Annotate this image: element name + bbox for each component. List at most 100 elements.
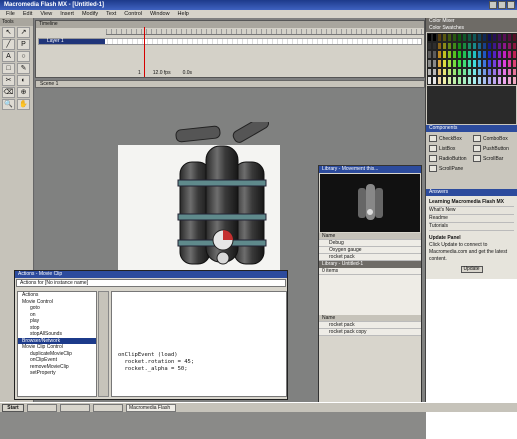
tool-button-1[interactable]: ↗	[17, 27, 30, 38]
components-list: CheckBox ComboBox ListBox PushButton Rad…	[426, 132, 517, 175]
tool-button-4[interactable]: A	[2, 51, 15, 62]
maximize-button[interactable]	[498, 1, 506, 9]
frame-cells[interactable]	[107, 39, 421, 44]
component-scrollpane[interactable]: ScrollPane	[429, 165, 469, 172]
action-item[interactable]: setProperty	[18, 370, 96, 377]
library-item[interactable]: Oxygen gauge	[319, 247, 421, 254]
tool-button-3[interactable]: P	[17, 39, 30, 50]
color-swatches-header[interactable]: Color Swatches	[426, 25, 517, 32]
menu-bar: File Edit View Insert Modify Text Contro…	[0, 10, 517, 18]
menu-control[interactable]: Control	[124, 10, 142, 18]
update-button[interactable]: Update	[460, 266, 483, 273]
library-second-title[interactable]: Library - Untitled-1	[319, 261, 421, 268]
library-item[interactable]: rocket pack copy	[319, 329, 421, 336]
menu-edit[interactable]: Edit	[23, 10, 32, 18]
window-title: Macromedia Flash MX - [Untitled-1]	[4, 2, 105, 8]
color-swatch[interactable]	[512, 76, 517, 85]
color-swatch[interactable]	[512, 50, 517, 59]
menu-help[interactable]: Help	[178, 10, 189, 18]
taskbar-item[interactable]	[93, 403, 123, 412]
answers-row[interactable]: Learning Macromedia Flash MX	[429, 199, 514, 207]
start-button[interactable]: Start	[2, 403, 24, 412]
tool-button-9[interactable]: ◐	[17, 75, 30, 86]
frame-rate: 12.0 fps	[152, 70, 171, 76]
tool-button-6[interactable]: □	[2, 63, 15, 74]
component-label: CheckBox	[439, 135, 462, 142]
library-item[interactable]: rocket pack	[319, 322, 421, 329]
right-panel-dock: Color Mixer Color Swatches Components Ch…	[425, 18, 517, 439]
scene-label[interactable]: Scene 1	[40, 81, 58, 87]
taskbar-item[interactable]	[60, 403, 90, 412]
answers-note-title: Update Panel	[429, 235, 461, 241]
answers-row[interactable]: What's New	[429, 207, 514, 215]
script-editor[interactable]: onClipEvent (load) rocket.rotation = 45;…	[111, 291, 287, 397]
library-item[interactable]: rocket pack	[319, 254, 421, 261]
actions-tree-scrollbar[interactable]	[98, 291, 109, 397]
answers-header[interactable]: Answers	[426, 189, 517, 196]
actions-title[interactable]: Actions - Movie Clip	[15, 271, 287, 278]
library-name-header[interactable]: Name	[319, 233, 421, 240]
library-panel: Library - Movement this... Name Debug Ox…	[318, 165, 422, 405]
tool-button-5[interactable]: ○	[17, 51, 30, 62]
component-scrollbar[interactable]: ScrollBar	[473, 155, 513, 162]
menu-insert[interactable]: Insert	[60, 10, 74, 18]
component-label: ScrollPane	[439, 165, 464, 172]
tool-button-12[interactable]: 🔍	[2, 99, 15, 110]
radiobutton-icon	[429, 155, 437, 162]
menu-file[interactable]: File	[6, 10, 15, 18]
rocket-pack-artwork[interactable]	[170, 122, 280, 272]
library-item[interactable]: Debug	[319, 240, 421, 247]
scrollpane-icon	[429, 165, 437, 172]
swatch-extras	[427, 86, 516, 124]
components-spacer	[426, 175, 517, 189]
actions-panel: Actions - Movie Clip Actions for [No ins…	[14, 270, 288, 400]
menu-window[interactable]: Window	[150, 10, 170, 18]
tool-button-10[interactable]: ⌫	[2, 87, 15, 98]
answers-row[interactable]: Tutorials	[429, 223, 514, 231]
tool-grid: ↖ ↗╱ PA ○□ ✎✂ ◐⌫ ⊕🔍 ✋	[0, 26, 33, 110]
component-label: PushButton	[483, 145, 509, 152]
component-pushbutton[interactable]: PushButton	[473, 145, 513, 152]
layer-row[interactable]: Layer 1	[38, 38, 422, 45]
component-combobox[interactable]: ComboBox	[473, 135, 513, 142]
tool-button-8[interactable]: ✂	[2, 75, 15, 86]
color-swatch-grid[interactable]	[427, 33, 517, 85]
tool-button-7[interactable]: ✎	[17, 63, 30, 74]
answers-row[interactable]: Readme	[429, 215, 514, 223]
color-swatch[interactable]	[512, 33, 517, 42]
taskbar: Start Macromedia Flash	[0, 402, 517, 412]
library-title[interactable]: Library - Movement this...	[319, 166, 421, 173]
actions-target-selector[interactable]: Actions for [No instance name]	[16, 279, 286, 287]
answers-note: Click Update to connect to Macromedia.co…	[429, 242, 508, 262]
tool-button-13[interactable]: ✋	[17, 99, 30, 110]
menu-text[interactable]: Text	[106, 10, 116, 18]
layer-name[interactable]: Layer 1	[39, 39, 105, 44]
color-swatch[interactable]	[512, 41, 517, 51]
current-frame: 1	[138, 70, 141, 76]
color-swatch[interactable]	[512, 67, 517, 77]
answers-blank	[426, 279, 517, 439]
color-swatch[interactable]	[512, 58, 517, 68]
pushbutton-icon	[473, 145, 481, 152]
minimize-button[interactable]	[489, 1, 497, 9]
color-mixer-header[interactable]: Color Mixer	[426, 18, 517, 25]
tool-button-11[interactable]: ⊕	[17, 87, 30, 98]
close-button[interactable]	[507, 1, 515, 9]
taskbar-item[interactable]	[27, 403, 57, 412]
component-listbox[interactable]: ListBox	[429, 145, 469, 152]
component-checkbox[interactable]: CheckBox	[429, 135, 469, 142]
timeline-status: 1 12.0 fps 0.0s	[38, 69, 422, 77]
components-header[interactable]: Components	[426, 125, 517, 132]
frame-ruler[interactable]	[106, 29, 424, 35]
component-radiobutton[interactable]: RadioButton	[429, 155, 469, 162]
timeline-label: Timeline	[36, 21, 424, 28]
menu-modify[interactable]: Modify	[82, 10, 98, 18]
taskbar-item-flash[interactable]: Macromedia Flash	[126, 403, 176, 412]
actions-toolbox-tree: Actions Movie Control goto on play stop stopAl…	[17, 291, 97, 397]
menu-view[interactable]: View	[40, 10, 52, 18]
library-third-header[interactable]: Name	[319, 315, 421, 322]
tool-button-2[interactable]: ╱	[2, 39, 15, 50]
combobox-icon	[473, 135, 481, 142]
tool-button-0[interactable]: ↖	[2, 27, 15, 38]
component-label: RadioButton	[439, 155, 467, 162]
